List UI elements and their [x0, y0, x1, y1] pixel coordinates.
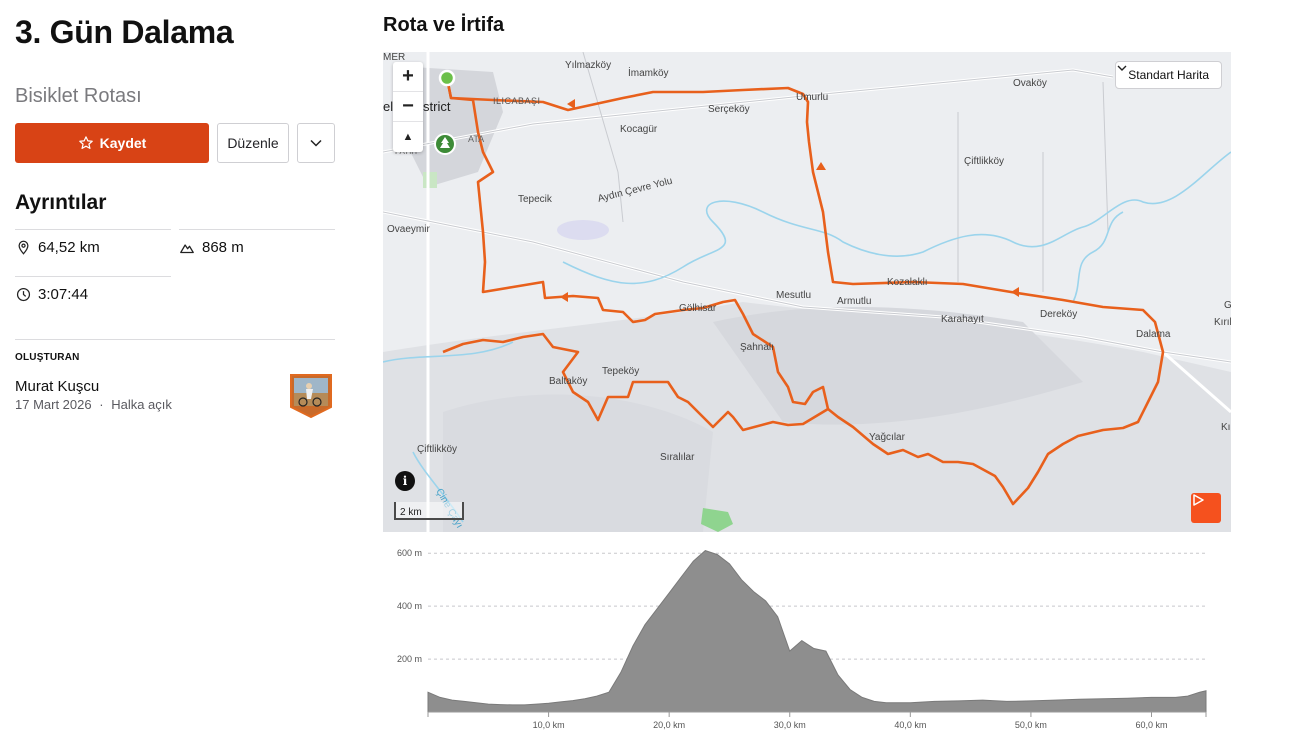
avatar[interactable] — [289, 373, 333, 419]
elevation-value: 868 m — [202, 239, 244, 256]
x-tick-label: 20,0 km — [653, 720, 685, 730]
map-label: Kı — [1221, 422, 1231, 433]
route-map[interactable]: MER Yılmazköy İmamköy Umurlu Ovaköy ele … — [383, 52, 1231, 532]
x-tick-label: 10,0 km — [533, 720, 565, 730]
mountain-icon — [180, 244, 194, 254]
map-label: Karahayıt — [941, 314, 984, 325]
chevron-down-icon — [1117, 65, 1127, 71]
created-date: 17 Mart 2026 — [15, 397, 92, 412]
map-label: strict — [423, 99, 451, 114]
map-label: ATA — [468, 134, 485, 144]
chevron-down-icon — [310, 139, 322, 147]
save-button[interactable]: Kaydet — [15, 123, 209, 163]
divider — [15, 276, 171, 277]
x-tick-label: 30,0 km — [774, 720, 806, 730]
creator-name[interactable]: Murat Kuşcu — [15, 378, 99, 395]
stat-distance: 64,52 km — [16, 239, 100, 256]
map-label: Dalama — [1136, 329, 1171, 340]
map-scale: 2 km — [394, 502, 464, 520]
y-tick-label: 600 m — [397, 548, 422, 558]
elevation-area — [427, 550, 1207, 713]
map-label: G — [1224, 300, 1231, 311]
map-label: Umurlu — [796, 92, 829, 103]
map-label: Ovaeymir — [387, 224, 430, 235]
map-label: Mesutlu — [776, 290, 812, 301]
divider — [15, 339, 335, 340]
star-icon — [78, 136, 93, 149]
divider — [179, 229, 335, 230]
location-pin-icon — [18, 240, 29, 255]
play-icon — [1193, 494, 1204, 506]
creator-label: OLUŞTURAN — [15, 352, 80, 363]
map-label: Şahnalı — [740, 342, 774, 353]
route-type: Bisiklet Rotası — [15, 85, 142, 107]
play-flyover-button[interactable] — [1191, 493, 1221, 523]
map-label: ILICABAŞI — [493, 96, 541, 106]
map-label: Tepeköy — [602, 366, 640, 377]
distance-value: 64,52 km — [38, 239, 100, 256]
zoom-in-button[interactable]: + — [393, 62, 423, 92]
save-button-label: Kaydet — [99, 135, 147, 151]
map-label: Çiftlikköy — [417, 444, 458, 455]
map-label: Serçeköy — [708, 104, 750, 115]
map-label: Baltaköy — [549, 376, 588, 387]
map-label: Gölhisar — [679, 303, 717, 314]
info-icon[interactable]: i — [395, 471, 415, 491]
map-label: Yağcılar — [869, 432, 905, 443]
map-label: Armutlu — [837, 296, 872, 307]
map-label: Kırıkla — [1214, 317, 1231, 328]
zoom-controls: + − ▲ — [393, 62, 423, 152]
visibility: Halka açık — [111, 397, 172, 412]
details-heading: Ayrıntılar — [15, 191, 107, 214]
map-label: Kocagür — [620, 124, 658, 135]
edit-button[interactable]: Düzenle — [217, 123, 289, 163]
divider — [15, 229, 171, 230]
map-label: İmamköy — [628, 68, 669, 79]
stat-elevation: 868 m — [179, 239, 244, 256]
y-tick-label: 200 m — [397, 654, 422, 664]
section-heading: Rota ve İrtifa — [383, 14, 505, 36]
page-title: 3. Gün Dalama — [15, 14, 234, 50]
x-tick-label: 40,0 km — [894, 720, 926, 730]
stat-duration: 3:07:44 — [16, 286, 88, 303]
duration-value: 3:07:44 — [38, 286, 89, 303]
creator-meta: 17 Mart 2026 · Halka açık — [15, 397, 172, 412]
clock-icon — [16, 287, 31, 302]
x-tick-label: 50,0 km — [1015, 720, 1047, 730]
compass-button[interactable]: ▲ — [393, 122, 423, 152]
map-label: Sıralılar — [660, 452, 695, 463]
map-label: Çiftlikköy — [964, 156, 1005, 167]
map-label: Ovaköy — [1013, 78, 1047, 89]
zoom-out-button[interactable]: − — [393, 92, 423, 122]
y-tick-label: 400 m — [397, 601, 422, 611]
more-options-button[interactable] — [297, 123, 335, 163]
map-label: Kozalaklı — [887, 277, 928, 288]
map-label: Dereköy — [1040, 309, 1078, 320]
map-type-label: Standart Harita — [1128, 68, 1209, 82]
x-tick-label: 60,0 km — [1135, 720, 1167, 730]
map-type-select[interactable]: Standart Harita — [1115, 61, 1222, 89]
elevation-chart[interactable]: 200 m 400 m 600 m 10,0 km 20,0 km 30,0 km 40,0… — [383, 540, 1231, 735]
meta-separator: · — [99, 397, 104, 412]
map-label: Tepecik — [518, 194, 552, 205]
map-label: Yılmazköy — [565, 60, 612, 71]
